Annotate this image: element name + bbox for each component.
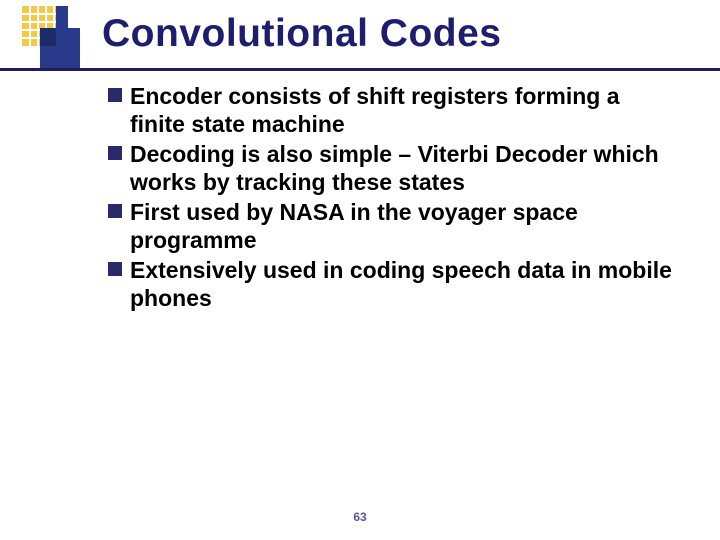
slide: Convolutional Codes Encoder consists of …	[0, 0, 720, 540]
corner-logo	[16, 6, 80, 68]
bullet-text: First used by NASA in the voyager space …	[130, 198, 678, 254]
bullet-square-icon	[108, 146, 122, 160]
list-item: Decoding is also simple – Viterbi Decode…	[108, 140, 678, 196]
list-item: Encoder consists of shift registers form…	[108, 82, 678, 138]
slide-title: Convolutional Codes	[102, 12, 502, 56]
title-underline	[0, 68, 720, 71]
bullet-text: Decoding is also simple – Viterbi Decode…	[130, 140, 678, 196]
page-number: 63	[0, 510, 720, 524]
bullet-square-icon	[108, 88, 122, 102]
bullet-square-icon	[108, 204, 122, 218]
bullet-text: Encoder consists of shift registers form…	[130, 82, 678, 138]
list-item: First used by NASA in the voyager space …	[108, 198, 678, 254]
bullet-text: Extensively used in coding speech data i…	[130, 256, 678, 312]
bullet-square-icon	[108, 262, 122, 276]
bullet-list: Encoder consists of shift registers form…	[108, 82, 678, 314]
title-wrap: Convolutional Codes	[102, 12, 502, 56]
list-item: Extensively used in coding speech data i…	[108, 256, 678, 312]
